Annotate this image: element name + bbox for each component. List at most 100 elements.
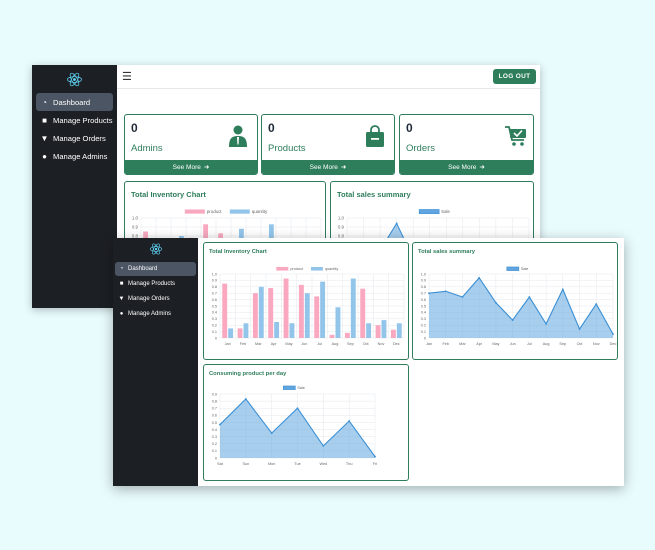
sidebar-item-manage-orders[interactable]: ▼ Manage Orders (36, 129, 113, 147)
see-more-button[interactable]: See More ➜ (125, 160, 257, 174)
legend-label: product (207, 209, 222, 214)
stat-value: 0 (268, 121, 275, 135)
y-tick-label: 0.8 (421, 285, 426, 289)
bag-icon: ■ (119, 281, 124, 287)
bar-product (252, 293, 258, 338)
stat-value: 0 (406, 121, 413, 135)
see-more-label: See More (172, 163, 201, 171)
y-tick-label: 0.1 (212, 449, 217, 453)
y-tick-label: 0.5 (212, 304, 217, 308)
bar-quantity (258, 286, 264, 338)
y-tick-label: 0.9 (212, 279, 217, 283)
see-more-button[interactable]: See More ➜ (262, 160, 394, 174)
inventory-chart: product quantity 1.0 0.9 0.8 0.7 0.6 0.5 0.4 0.3 0… (212, 266, 405, 346)
y-tick-label: 0.6 (212, 414, 217, 418)
x-tick-label: Thu (346, 462, 353, 466)
bar-quantity (274, 322, 280, 338)
stat-card-products: 0 Products See More ➜ (261, 114, 395, 175)
sidebar-item-manage-admins[interactable]: ● Manage Admins (36, 147, 113, 165)
dashboard-icon: ◔ (42, 97, 47, 107)
bar-quantity (243, 323, 249, 338)
x-tick-label: Jul (317, 342, 322, 346)
bar-quantity (320, 281, 326, 338)
menu-icon[interactable]: ☰ (122, 70, 132, 83)
consuming-chart-panel: Consuming product per day Sale 0.9 0.8 0.7 0… (203, 364, 409, 481)
sidebar-item-dashboard[interactable]: ◔ Dashboard (36, 93, 113, 111)
sidebar-nav: ◔ Dashboard ■ Manage Products ▼ Manage Orde… (32, 93, 117, 165)
bar-product (237, 328, 243, 338)
legend-swatch (283, 385, 296, 390)
y-tick-label: 0.1 (212, 330, 217, 334)
dashboard-icon: ◔ (119, 266, 124, 272)
sidebar-item-manage-orders[interactable]: ▼ Manage Orders (115, 292, 196, 306)
y-tick-label: 0.5 (421, 304, 426, 308)
y-tick-label: 0.9 (132, 225, 139, 230)
y-tick-label: 0.9 (212, 392, 217, 396)
legend-label: Sale (441, 209, 450, 214)
bar-quantity (396, 323, 402, 338)
legend-swatch (506, 266, 520, 271)
x-tick-label: Sep (347, 342, 354, 346)
sidebar-item-label: Manage Admins (128, 311, 172, 317)
legend-swatch (310, 266, 323, 271)
react-logo-icon (32, 71, 117, 88)
sidebar-item-dashboard[interactable]: ◔ Dashboard (115, 262, 196, 276)
bar-product (344, 332, 350, 338)
sales-chart: Sale 1.0 0.9 0.8 0.7 0.6 0.5 0.4 0.3 0.2 0.1 0Jan Fe… (421, 266, 616, 346)
data-point (270, 432, 273, 435)
x-tick-label: Sat (217, 462, 224, 466)
x-tick-label: Apr (476, 342, 483, 346)
sidebar: ◔ Dashboard ■ Manage Products ▼ Manage Orde… (32, 65, 117, 308)
sidebar-item-label: Manage Orders (53, 133, 106, 143)
bar-product (314, 296, 320, 338)
x-tick-label: Dec (393, 342, 400, 346)
cart-icon: ▼ (40, 133, 49, 143)
x-tick-label: Jul (527, 342, 532, 346)
sidebar-item-label: Manage Admins (53, 151, 108, 161)
admin-user-icon (229, 125, 247, 152)
sidebar-item-label: Manage Products (53, 115, 113, 125)
data-point (578, 328, 581, 330)
legend-swatch (418, 209, 440, 214)
see-more-button[interactable]: See More ➜ (400, 160, 533, 174)
sidebar-item-label: Manage Products (128, 281, 176, 287)
x-tick-label: Nov (378, 342, 385, 346)
data-point (478, 276, 481, 279)
data-point (444, 290, 447, 293)
x-tick-label: May (285, 342, 292, 346)
bar-quantity (304, 293, 310, 338)
legend-label: quantity (252, 209, 268, 214)
data-point (322, 445, 325, 447)
arrow-right-circle-icon: ➜ (479, 164, 485, 171)
sidebar-item-label: Manage Orders (128, 296, 170, 302)
sidebar-item-manage-products[interactable]: ■ Manage Products (115, 277, 196, 291)
sidebar: ◔ Dashboard ■ Manage Products ▼ Manage Orde… (113, 238, 198, 486)
data-point (495, 301, 497, 304)
y-tick-label: 0.4 (212, 311, 217, 315)
bar-product (390, 329, 396, 338)
arrow-right-circle-icon: ➜ (340, 164, 347, 171)
y-tick-label: 0.7 (212, 292, 217, 296)
data-point (374, 455, 376, 458)
x-tick-label: Oct (577, 342, 584, 346)
sidebar-nav: ◔ Dashboard ■ Manage Products ▼ Manage Orde… (113, 262, 198, 321)
sidebar-item-label: Dashboard (53, 97, 91, 107)
logout-button[interactable]: LOG OUT (493, 69, 536, 84)
y-tick-label: 0.9 (421, 279, 426, 283)
stat-label: Products (268, 143, 306, 154)
sidebar-item-manage-products[interactable]: ■ Manage Products (36, 111, 113, 129)
y-tick-label: 0.3 (421, 317, 426, 321)
x-tick-label: Sep (559, 342, 566, 346)
x-tick-label: Oct (363, 342, 370, 346)
cart-icon: ▼ (118, 296, 125, 302)
sidebar-item-manage-admins[interactable]: ● Manage Admins (115, 307, 196, 321)
y-tick-label: 0.4 (421, 311, 426, 315)
y-tick-label: 0.9 (338, 225, 345, 230)
arrow-right-circle-icon: ➜ (203, 164, 210, 171)
legend-label: Sale (521, 267, 529, 271)
react-logo-icon (113, 242, 198, 256)
y-tick-label: 1.0 (212, 272, 217, 276)
y-tick-label: 1.0 (338, 216, 345, 221)
x-tick-label: Sun (242, 462, 249, 466)
y-tick-label: 0.1 (421, 330, 426, 334)
